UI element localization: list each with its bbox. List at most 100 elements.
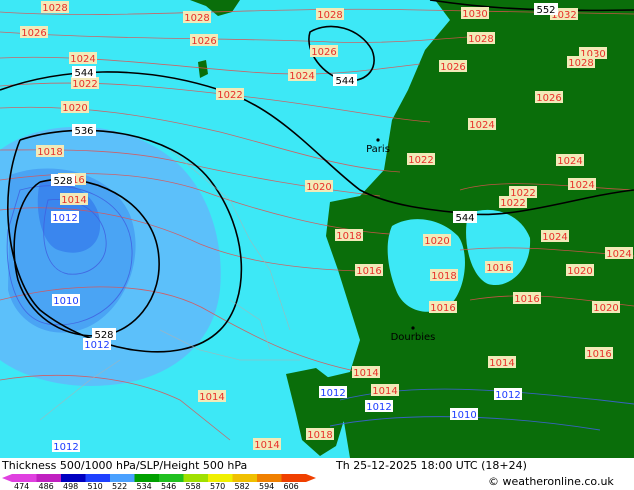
isobar-label-text: 1028 bbox=[184, 13, 209, 24]
legend-swatch bbox=[208, 474, 233, 482]
isobar-label: 1012 bbox=[319, 386, 347, 399]
isobar-label-text: 1014 bbox=[353, 368, 378, 379]
legend-swatch bbox=[232, 474, 257, 482]
isobar-label: 1028 bbox=[41, 1, 69, 14]
isobar-label: 1022 bbox=[216, 88, 244, 101]
height-label: 528 bbox=[51, 174, 75, 187]
height-label-text: 528 bbox=[53, 176, 72, 187]
isobar-label-text: 1018 bbox=[431, 271, 456, 282]
isobar-label: 1024 bbox=[69, 52, 97, 65]
isobar-label: 1022 bbox=[499, 196, 527, 209]
isobar-label: 1024 bbox=[288, 69, 316, 82]
isobar-label-text: 1024 bbox=[289, 71, 314, 82]
isobar-label-text: 1018 bbox=[307, 430, 332, 441]
isobar-label: 1018 bbox=[306, 428, 334, 441]
height-label: 544 bbox=[72, 66, 96, 79]
isobar-label: 1028 bbox=[467, 32, 495, 45]
height-label-text: 528 bbox=[94, 330, 113, 341]
isobar-label-text: 1026 bbox=[440, 62, 465, 73]
isobar-label-text: 1026 bbox=[536, 93, 561, 104]
isobar-label: 1024 bbox=[468, 118, 496, 131]
isobar-label: 1024 bbox=[541, 230, 569, 243]
isobar-label-text: 1012 bbox=[366, 402, 391, 413]
isobar-label: 1026 bbox=[190, 34, 218, 47]
isobar-label-text: 1026 bbox=[311, 47, 336, 58]
isobar-label-text: 1012 bbox=[52, 213, 77, 224]
footer: Thickness 500/1000 hPa/SLP/Height 500 hP… bbox=[0, 458, 634, 490]
isobar-label-text: 1010 bbox=[451, 410, 476, 421]
legend-value: 522 bbox=[112, 482, 127, 490]
isobar-label: 1028 bbox=[567, 56, 595, 69]
legend-value: 534 bbox=[137, 482, 152, 490]
weather-map: ParisDourbies 10281028 1028 1030 1032102610… bbox=[0, 0, 634, 458]
place-dot bbox=[411, 326, 415, 330]
legend-value: 570 bbox=[210, 482, 225, 490]
isobar-label-text: 1012 bbox=[84, 340, 109, 351]
height-label-text: 536 bbox=[74, 126, 93, 137]
legend-swatch bbox=[183, 474, 208, 482]
height-label: 536 bbox=[72, 124, 96, 137]
isobar-label-text: 1014 bbox=[199, 392, 224, 403]
legend-swatch bbox=[12, 474, 37, 482]
isobar-label-text: 1022 bbox=[408, 155, 433, 166]
isobar-label: 1026 bbox=[535, 91, 563, 104]
legend-arrow-left bbox=[2, 474, 12, 482]
legend-swatch bbox=[61, 474, 86, 482]
isobar-label-text: 1012 bbox=[53, 442, 78, 453]
legend-value: 474 bbox=[14, 482, 29, 490]
color-legend: 474 486 498 510 522 534 546 558 570 582 594 606 bbox=[2, 474, 316, 490]
isobar-label-text: 1020 bbox=[62, 103, 87, 114]
isobar-label: 1014 bbox=[371, 384, 399, 397]
isobar-label: 1028 bbox=[183, 11, 211, 24]
isobar-label-text: 1016 bbox=[486, 263, 511, 274]
isobar-label-text: 1024 bbox=[606, 249, 631, 260]
isobar-label: 1012 bbox=[51, 211, 79, 224]
isobar-label-text: 1020 bbox=[424, 236, 449, 247]
legend-swatch bbox=[36, 474, 61, 482]
isobar-label: 1014 bbox=[352, 366, 380, 379]
isobar-label-text: 1010 bbox=[53, 296, 78, 307]
isobar-label: 1014 bbox=[488, 356, 516, 369]
isobar-label: 1016 bbox=[585, 347, 613, 360]
map-datetime: Th 25-12-2025 18:00 UTC (18+24) bbox=[336, 459, 527, 472]
isobar-label: 1022 bbox=[407, 153, 435, 166]
legend-swatch bbox=[134, 474, 159, 482]
isobar-label-text: 1014 bbox=[489, 358, 514, 369]
legend-value: 546 bbox=[161, 482, 176, 490]
legend-value: 606 bbox=[284, 482, 299, 490]
isobar-label-text: 1024 bbox=[542, 232, 567, 243]
height-label: 544 bbox=[453, 211, 477, 224]
isobar-label: 1016 bbox=[513, 292, 541, 305]
isobar-label-text: 1014 bbox=[254, 440, 279, 451]
isobar-label: 1024 bbox=[568, 178, 596, 191]
isobar-label-text: 1028 bbox=[42, 3, 67, 14]
isobar-label-text: 1028 bbox=[468, 34, 493, 45]
isobar-label: 1012 bbox=[52, 440, 80, 453]
isobar-label-text: 1012 bbox=[320, 388, 345, 399]
height-label-text: 544 bbox=[74, 68, 93, 79]
isobar-label: 1020 bbox=[566, 264, 594, 277]
isobar-label: 1016 bbox=[429, 301, 457, 314]
isobar-label-text: 1020 bbox=[567, 266, 592, 277]
isobar-label: 1010 bbox=[450, 408, 478, 421]
isobar-label: 1014 bbox=[60, 193, 88, 206]
isobar-label: 1014 bbox=[253, 438, 281, 451]
place-dot bbox=[376, 138, 380, 142]
isobar-label-text: 1022 bbox=[217, 90, 242, 101]
isobar-label-text: 1018 bbox=[336, 231, 361, 242]
legend-swatch bbox=[159, 474, 184, 482]
height-label-text: 544 bbox=[335, 76, 354, 87]
isobar-label-text: 1028 bbox=[568, 58, 593, 69]
legend-swatch bbox=[85, 474, 110, 482]
isobar-label: 1014 bbox=[198, 390, 226, 403]
isobar-label: 1026 bbox=[439, 60, 467, 73]
isobar-label: 1030 bbox=[461, 7, 489, 20]
isobar-label: 1020 bbox=[592, 301, 620, 314]
isobar-label: 1024 bbox=[605, 247, 633, 260]
legend-swatch bbox=[110, 474, 135, 482]
place-name: Dourbies bbox=[391, 332, 436, 343]
isobar-label: 1028 bbox=[316, 8, 344, 21]
isobar-label: 1020 bbox=[61, 101, 89, 114]
height-label: 552 bbox=[534, 3, 558, 16]
height-label-text: 552 bbox=[536, 5, 555, 16]
